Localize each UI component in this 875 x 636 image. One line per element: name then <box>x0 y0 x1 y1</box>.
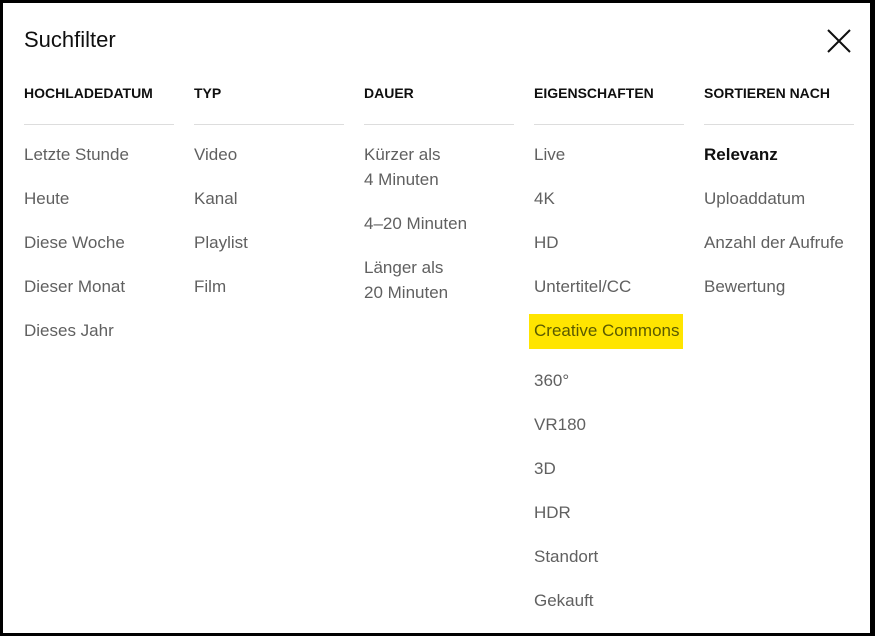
filter-option[interactable]: VR180 <box>534 412 684 437</box>
filter-option[interactable]: Anzahl der Aufrufe <box>704 230 854 255</box>
filter-option[interactable]: Standort <box>534 544 684 569</box>
filter-column-typ: TYP Video Kanal Playlist Film <box>194 83 344 318</box>
filter-option-label: Letzte Stunde <box>24 145 129 164</box>
filter-option-label: Bewertung <box>704 277 786 296</box>
filter-option[interactable]: Diese Woche <box>24 230 174 255</box>
filter-option[interactable]: 4–20 Minuten <box>364 211 514 236</box>
divider <box>534 124 684 125</box>
filter-option-label: Untertitel/CC <box>534 277 632 296</box>
column-header: EIGENSCHAFTEN <box>534 85 654 101</box>
filter-option[interactable]: Kürzer als 4 Minuten <box>364 142 514 192</box>
filter-option[interactable]: Live <box>534 142 684 167</box>
filter-option-label: Relevanz <box>704 145 778 164</box>
filter-column-sortieren-nach: SORTIEREN NACH Relevanz Uploaddatum Anzahl … <box>704 83 854 318</box>
filter-option[interactable]: Video <box>194 142 344 167</box>
filter-option-label: HDR <box>534 503 571 522</box>
filter-option-label: Standort <box>534 547 599 566</box>
divider <box>364 124 514 125</box>
filter-option-selected[interactable]: Relevanz <box>704 142 854 167</box>
filter-option-label: HD <box>534 233 559 252</box>
filter-column-eigenschaften: EIGENSCHAFTEN Live 4K HD Untertitel/CC Creati… <box>529 83 684 632</box>
filter-option-label: Diese Woche <box>24 233 125 252</box>
filter-option-label: 4–20 Minuten <box>364 214 468 233</box>
filter-option[interactable]: Länger als 20 Minuten <box>364 255 514 305</box>
filter-option[interactable]: Gekauft <box>534 588 684 613</box>
filter-option[interactable]: Dieser Monat <box>24 274 174 299</box>
filter-option-label: Dieser Monat <box>24 277 126 296</box>
filter-option[interactable]: Film <box>194 274 344 299</box>
filter-option-label: 3D <box>534 459 556 478</box>
filter-option-line: 4 Minuten <box>364 170 439 189</box>
filter-option[interactable]: Letzte Stunde <box>24 142 174 167</box>
filter-option-label: Live <box>534 145 566 164</box>
filter-option[interactable]: Playlist <box>194 230 344 255</box>
search-filter-dialog: Suchfilter HOCHLADEDATUM Letzte Stunde Heu… <box>3 3 870 633</box>
filter-option-label: Film <box>194 277 227 296</box>
filter-option[interactable]: HDR <box>534 500 684 525</box>
filter-option-label: Kanal <box>194 189 238 208</box>
divider <box>24 124 174 125</box>
filter-option-highlighted[interactable]: Creative Commons <box>529 314 684 349</box>
filter-option[interactable]: Bewertung <box>704 274 854 299</box>
close-icon[interactable] <box>825 27 853 55</box>
filter-option-label: 4K <box>534 189 555 208</box>
filter-option[interactable]: 4K <box>534 186 684 211</box>
filter-option-line: Kürzer als <box>364 145 441 164</box>
column-header: HOCHLADEDATUM <box>24 85 153 101</box>
filter-option-label: Anzahl der Aufrufe <box>704 233 844 252</box>
filter-option[interactable]: HD <box>534 230 684 255</box>
filter-option[interactable]: Dieses Jahr <box>24 318 174 343</box>
filter-column-dauer: DAUER Kürzer als 4 Minuten 4–20 Minuten Läng… <box>364 83 514 324</box>
filter-option-line: 20 Minuten <box>364 283 449 302</box>
filter-option-label: Playlist <box>194 233 248 252</box>
filter-option[interactable]: Untertitel/CC <box>534 274 684 299</box>
filter-option-label: Video <box>194 145 238 164</box>
filter-option-label: Dieses Jahr <box>24 321 114 340</box>
filter-option-label: Creative Commons <box>529 314 683 349</box>
column-header: SORTIEREN NACH <box>704 85 831 101</box>
filter-option-label: Uploaddatum <box>704 189 806 208</box>
filter-option-line: Länger als <box>364 258 444 277</box>
divider <box>704 124 854 125</box>
dialog-title: Suchfilter <box>24 27 116 52</box>
filter-option-label: Heute <box>24 189 70 208</box>
filter-option[interactable]: Kanal <box>194 186 344 211</box>
filter-option-label: VR180 <box>534 415 586 434</box>
filter-option[interactable]: Uploaddatum <box>704 186 854 211</box>
filter-option[interactable]: 3D <box>534 456 684 481</box>
column-header: DAUER <box>364 85 414 101</box>
filter-option[interactable]: 360° <box>534 368 684 393</box>
column-header: TYP <box>194 85 222 101</box>
divider <box>194 124 344 125</box>
filter-option[interactable]: Heute <box>24 186 174 211</box>
filter-option-label: Gekauft <box>534 591 594 610</box>
filter-option-label: 360° <box>534 371 570 390</box>
filter-column-hochladedatum: HOCHLADEDATUM Letzte Stunde Heute Diese Woc… <box>24 83 174 362</box>
